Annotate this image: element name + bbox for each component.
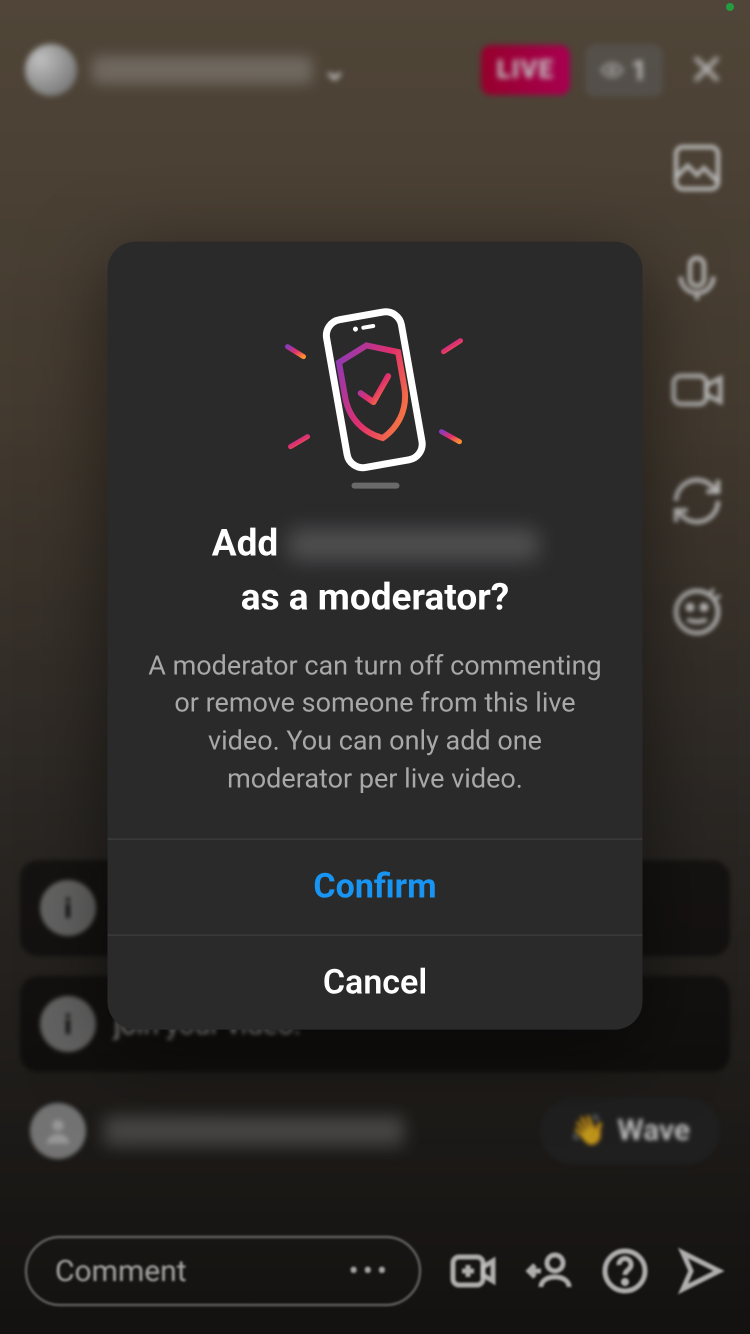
title-username-redacted <box>288 529 538 561</box>
live-screen: ⌄ LIVE 1 ✕ i i join your video. <box>0 0 750 1334</box>
title-suffix: as a moderator? <box>241 576 509 622</box>
cancel-button[interactable]: Cancel <box>108 934 643 1029</box>
modal-title: Add as a moderator? <box>138 522 613 623</box>
title-prefix: Add <box>212 522 279 568</box>
modal-description: A moderator can turn off commenting or r… <box>138 647 613 798</box>
modal-body: Add as a moderator? A moderator can turn… <box>108 242 643 839</box>
confirm-button[interactable]: Confirm <box>108 839 643 934</box>
add-moderator-modal: Add as a moderator? A moderator can turn… <box>108 242 643 1030</box>
moderator-illustration <box>275 297 475 497</box>
modal-actions: Confirm Cancel <box>108 838 643 1029</box>
